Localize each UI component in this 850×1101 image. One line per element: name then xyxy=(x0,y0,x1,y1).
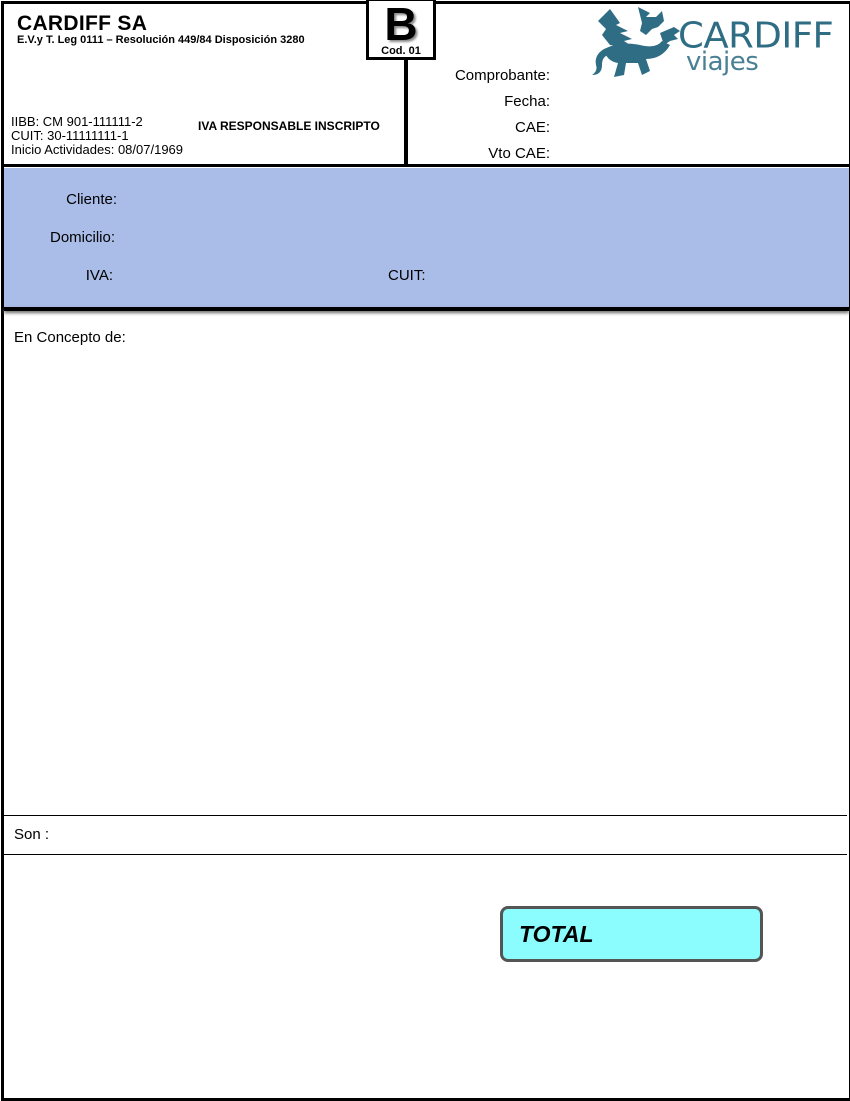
son-label: Son : xyxy=(14,826,50,843)
fecha-label: Fecha: xyxy=(504,93,550,110)
cardiff-viajes-logo: CARDIFF viajes xyxy=(590,5,834,81)
client-cuit-label: CUIT: xyxy=(388,267,426,284)
cae-label: CAE: xyxy=(514,119,550,136)
total-label: TOTAL xyxy=(519,921,594,947)
voucher-type-box: B Cod. 01 xyxy=(366,0,436,60)
logo-subtitle: viajes xyxy=(686,47,759,77)
company-iibb: IIBB: CM 901-111111-2 xyxy=(11,114,143,129)
client-iva-label: IVA: xyxy=(85,267,113,284)
company-start-date: Inicio Actividades: 08/07/1969 xyxy=(11,142,184,157)
total-box: TOTAL xyxy=(500,906,763,962)
comprobante-label: Comprobante: xyxy=(454,67,550,84)
client-section xyxy=(4,168,849,307)
voucher-type-letter: B xyxy=(384,0,418,50)
dragon-icon xyxy=(592,7,680,77)
domicilio-label: Domicilio: xyxy=(49,229,115,246)
concepto-label: En Concepto de: xyxy=(14,329,126,346)
vto-cae-label: Vto CAE: xyxy=(488,145,550,162)
son-top-rule xyxy=(4,815,847,816)
voucher-type-code: Cod. 01 xyxy=(381,45,421,57)
iva-condition: IVA RESPONSABLE INSCRIPTO xyxy=(198,119,380,133)
company-name: CARDIFF SA xyxy=(17,12,148,35)
son-bottom-rule xyxy=(4,854,847,855)
header-divider xyxy=(404,60,408,164)
header-bottom-rule xyxy=(4,164,849,167)
company-legal-registration: E.V.y T. Leg 0111 – Resolución 449/84 Di… xyxy=(17,34,305,46)
client-section-bottom-rule xyxy=(4,307,849,311)
company-cuit: CUIT: 30-11111111-1 xyxy=(11,128,129,143)
cliente-label: Cliente: xyxy=(66,191,117,208)
